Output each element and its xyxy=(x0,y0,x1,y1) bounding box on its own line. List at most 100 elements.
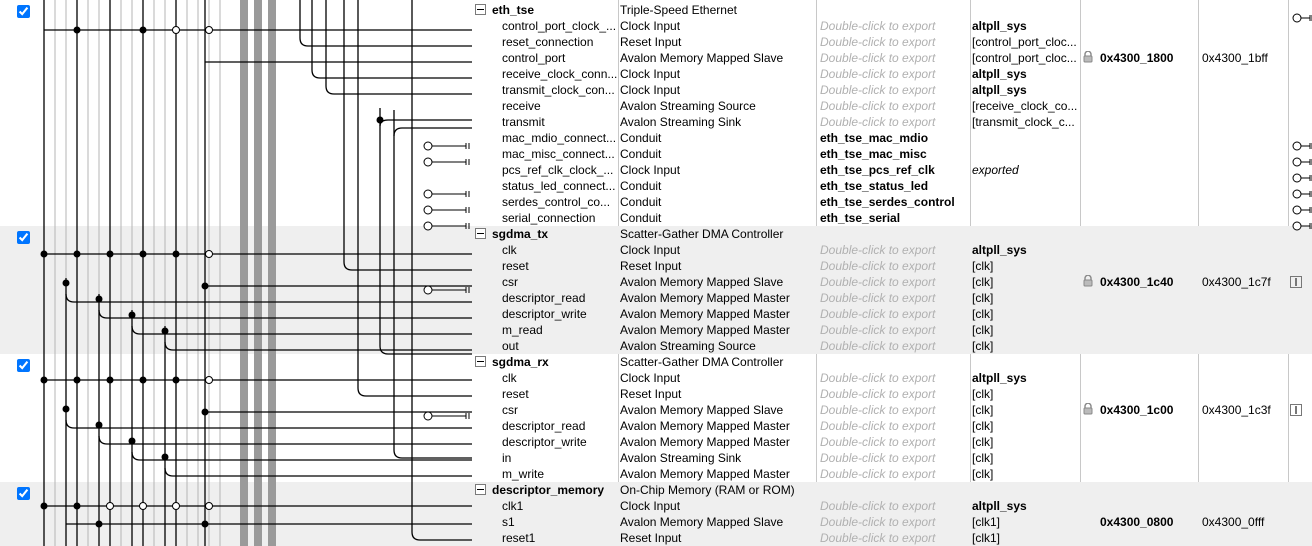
export-cell[interactable]: eth_tse_status_led xyxy=(820,179,970,193)
interface-row[interactable]: descriptor_writeAvalon Memory Mapped Mas… xyxy=(472,434,1312,450)
wire-open-junction[interactable] xyxy=(173,503,180,510)
clock-cell[interactable]: [clk] xyxy=(972,403,1078,417)
interface-row[interactable]: clkClock InputDouble-click to exportaltp… xyxy=(472,242,1312,258)
export-cell[interactable]: eth_tse_serial xyxy=(820,211,970,225)
export-cell[interactable]: Double-click to export xyxy=(820,339,970,353)
interface-row[interactable]: reset_connectionReset InputDouble-click … xyxy=(472,34,1312,50)
interface-row[interactable]: control_port_clock_...Clock InputDouble-… xyxy=(472,18,1312,34)
wire-open-junction[interactable] xyxy=(206,503,213,510)
clock-cell[interactable]: [receive_clock_co... xyxy=(972,99,1078,113)
clock-cell[interactable]: [clk] xyxy=(972,387,1078,401)
clock-cell[interactable]: [clk] xyxy=(972,323,1078,337)
export-cell[interactable]: eth_tse_mac_mdio xyxy=(820,131,970,145)
wire-junction[interactable] xyxy=(129,438,136,445)
export-cell[interactable]: Double-click to export xyxy=(820,451,970,465)
use-checkbox-sgdma_rx[interactable] xyxy=(17,359,30,372)
interface-row[interactable]: mac_mdio_connect...Conduiteth_tse_mac_md… xyxy=(472,130,1312,146)
wire-junction[interactable] xyxy=(377,117,384,124)
interface-row[interactable]: descriptor_readAvalon Memory Mapped Mast… xyxy=(472,418,1312,434)
wire-junction[interactable] xyxy=(96,422,103,429)
wire-junction[interactable] xyxy=(140,251,147,258)
connection-pane[interactable] xyxy=(0,0,472,546)
base-address[interactable]: 0x4300_1c40 xyxy=(1100,275,1200,289)
base-address[interactable]: 0x4300_0800 xyxy=(1100,515,1200,529)
export-cell[interactable]: Double-click to export xyxy=(820,515,970,529)
component-header-descriptor_memory[interactable]: descriptor_memoryOn-Chip Memory (RAM or … xyxy=(472,482,1312,498)
clock-cell[interactable]: [clk] xyxy=(972,451,1078,465)
wire-junction[interactable] xyxy=(63,406,70,413)
clock-cell[interactable]: [clk] xyxy=(972,339,1078,353)
export-cell[interactable]: Double-click to export xyxy=(820,531,970,545)
interface-row[interactable]: clkClock InputDouble-click to exportaltp… xyxy=(472,370,1312,386)
collapse-icon[interactable] xyxy=(475,484,486,495)
export-cell[interactable]: Double-click to export xyxy=(820,35,970,49)
export-cell[interactable]: Double-click to export xyxy=(820,419,970,433)
lock-icon[interactable] xyxy=(1082,275,1096,290)
export-cell[interactable]: Double-click to export xyxy=(820,435,970,449)
export-cell[interactable]: Double-click to export xyxy=(820,99,970,113)
wire-junction[interactable] xyxy=(74,377,81,384)
export-cell[interactable]: eth_tse_pcs_ref_clk xyxy=(820,163,970,177)
clock-cell[interactable]: [clk] xyxy=(972,259,1078,273)
wire-junction[interactable] xyxy=(41,377,48,384)
use-checkbox-descriptor_memory[interactable] xyxy=(17,487,30,500)
interface-row[interactable]: resetReset InputDouble-click to export[c… xyxy=(472,386,1312,402)
wire-junction[interactable] xyxy=(74,503,81,510)
collapse-icon[interactable] xyxy=(475,356,486,367)
wire-junction[interactable] xyxy=(63,280,70,287)
clock-cell[interactable]: [clk] xyxy=(972,307,1078,321)
wire-junction[interactable] xyxy=(129,312,136,319)
wire-open-junction[interactable] xyxy=(140,503,147,510)
base-address[interactable]: 0x4300_1c00 xyxy=(1100,403,1200,417)
lock-icon[interactable] xyxy=(1082,403,1096,418)
wire-junction[interactable] xyxy=(74,27,81,34)
wire-junction[interactable] xyxy=(41,251,48,258)
interface-row[interactable]: resetReset InputDouble-click to export[c… xyxy=(472,258,1312,274)
component-header-sgdma_rx[interactable]: sgdma_rxScatter-Gather DMA Controller xyxy=(472,354,1312,370)
wire-open-junction[interactable] xyxy=(107,503,114,510)
wire-junction[interactable] xyxy=(140,377,147,384)
interface-row[interactable]: receive_clock_conn...Clock InputDouble-c… xyxy=(472,66,1312,82)
export-cell[interactable]: Double-click to export xyxy=(820,243,970,257)
export-cell[interactable]: Double-click to export xyxy=(820,51,970,65)
use-checkbox-eth_tse[interactable] xyxy=(17,5,30,18)
clock-cell[interactable]: altpll_sys xyxy=(972,67,1078,81)
collapse-icon[interactable] xyxy=(475,228,486,239)
clock-cell[interactable]: altpll_sys xyxy=(972,83,1078,97)
interface-row[interactable]: s1Avalon Memory Mapped SlaveDouble-click… xyxy=(472,514,1312,530)
wire-junction[interactable] xyxy=(173,377,180,384)
interface-row[interactable]: transmitAvalon Streaming SinkDouble-clic… xyxy=(472,114,1312,130)
export-cell[interactable]: Double-click to export xyxy=(820,403,970,417)
export-cell[interactable]: eth_tse_serdes_control xyxy=(820,195,970,209)
wire-junction[interactable] xyxy=(162,328,169,335)
collapse-icon[interactable] xyxy=(475,4,486,15)
clock-cell[interactable]: [control_port_cloc... xyxy=(972,51,1078,65)
interface-row[interactable]: mac_misc_connect...Conduiteth_tse_mac_mi… xyxy=(472,146,1312,162)
interface-row[interactable]: pcs_ref_clk_clock_...Clock Inputeth_tse_… xyxy=(472,162,1312,178)
base-address[interactable]: 0x4300_1800 xyxy=(1100,51,1200,65)
component-header-sgdma_tx[interactable]: sgdma_txScatter-Gather DMA Controller xyxy=(472,226,1312,242)
interface-row[interactable]: serdes_control_co...Conduiteth_tse_serde… xyxy=(472,194,1312,210)
lock-icon[interactable] xyxy=(1082,51,1096,66)
export-cell[interactable]: Double-click to export xyxy=(820,19,970,33)
interface-row[interactable]: control_portAvalon Memory Mapped SlaveDo… xyxy=(472,50,1312,66)
interface-row[interactable]: descriptor_readAvalon Memory Mapped Mast… xyxy=(472,290,1312,306)
irq-icon[interactable] xyxy=(1290,275,1310,290)
clock-cell[interactable]: altpll_sys xyxy=(972,499,1078,513)
wire-junction[interactable] xyxy=(96,296,103,303)
interface-row[interactable]: inAvalon Streaming SinkDouble-click to e… xyxy=(472,450,1312,466)
wire-junction[interactable] xyxy=(162,454,169,461)
wire-junction[interactable] xyxy=(107,377,114,384)
export-cell[interactable]: Double-click to export xyxy=(820,467,970,481)
interface-row[interactable]: m_writeAvalon Memory Mapped MasterDouble… xyxy=(472,466,1312,482)
clock-cell[interactable]: altpll_sys xyxy=(972,243,1078,257)
clock-cell[interactable]: [transmit_clock_c... xyxy=(972,115,1078,129)
clock-cell[interactable]: exported xyxy=(972,163,1078,177)
export-cell[interactable]: Double-click to export xyxy=(820,323,970,337)
export-cell[interactable]: Double-click to export xyxy=(820,115,970,129)
export-cell[interactable]: Double-click to export xyxy=(820,275,970,289)
export-cell[interactable]: eth_tse_mac_misc xyxy=(820,147,970,161)
clock-cell[interactable]: [clk] xyxy=(972,291,1078,305)
clock-cell[interactable]: [control_port_cloc... xyxy=(972,35,1078,49)
wire-open-junction[interactable] xyxy=(206,377,213,384)
